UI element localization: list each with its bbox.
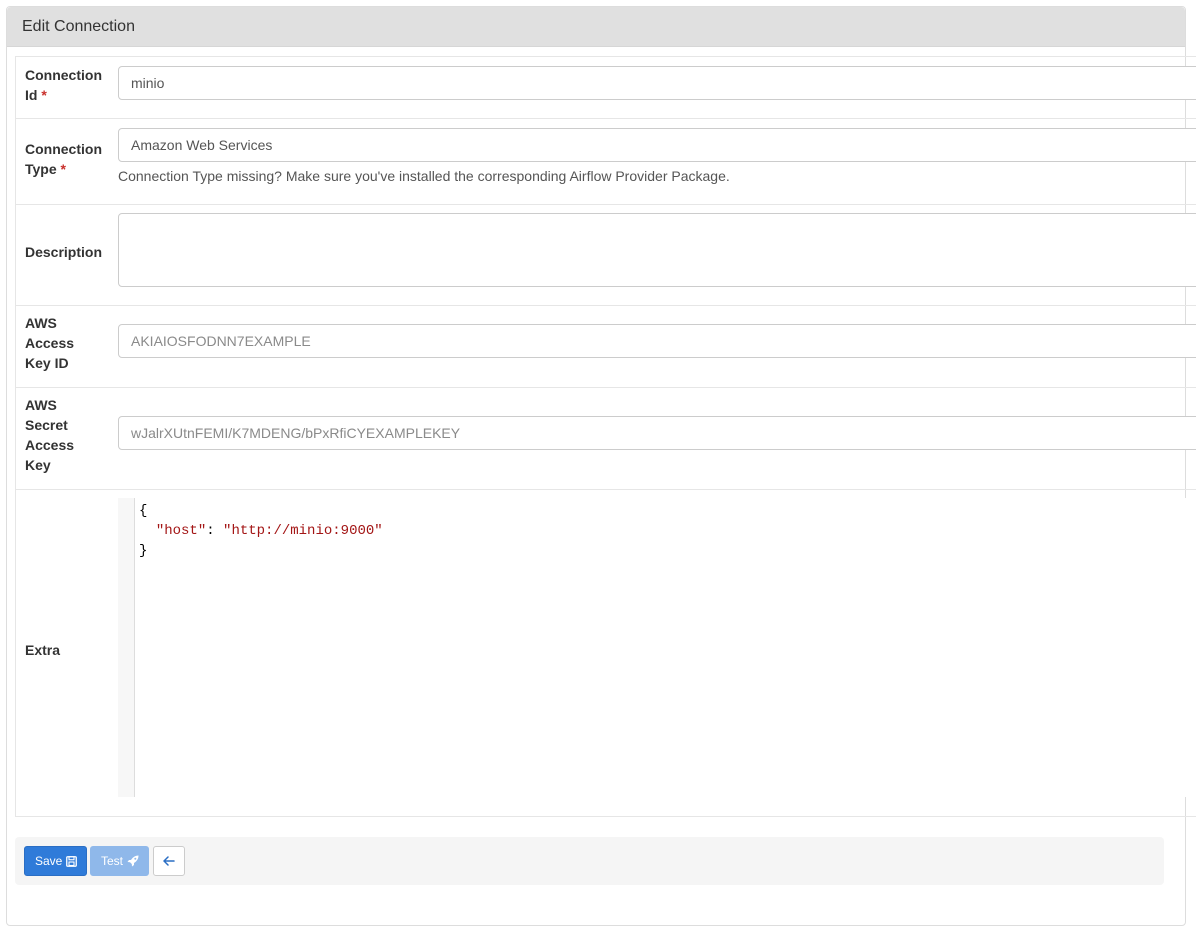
extra-code-editor[interactable]: { "host": "http://minio:9000" }: [118, 498, 1196, 797]
form-actions: Save Test: [15, 837, 1164, 885]
aws-secret-access-key-label: AWS Secret Access Key: [25, 397, 75, 473]
description-label: Description: [25, 244, 103, 260]
editor-gutter: [118, 498, 135, 797]
conn-type-label: Connection Type *: [25, 141, 102, 177]
editor-content[interactable]: { "host": "http://minio:9000" }: [139, 501, 383, 561]
row-extra: Extra { "host": "http://minio:9000" }: [16, 490, 1196, 817]
conn-id-label: Connection Id *: [25, 67, 102, 103]
conn-id-input[interactable]: minio: [118, 66, 1196, 100]
row-description: Description: [16, 205, 1196, 306]
conn-type-help-text: Connection Type missing? Make sure you'v…: [118, 168, 730, 184]
description-textarea[interactable]: [118, 213, 1196, 287]
save-button[interactable]: Save: [24, 846, 87, 876]
conn-type-select[interactable]: Amazon Web Services: [118, 128, 1196, 162]
aws-access-key-id-input[interactable]: AKIAIOSFODNN7EXAMPLE: [118, 324, 1196, 358]
required-marker: *: [60, 161, 66, 177]
row-conn-type: Connection Type * Amazon Web Services Co…: [16, 119, 1196, 205]
extra-label: Extra: [25, 642, 61, 658]
row-conn-id: Connection Id * minio: [16, 57, 1196, 119]
aws-secret-access-key-input[interactable]: wJalrXUtnFEMI/K7MDENG/bPxRfiCYEXAMPLEKEY: [118, 416, 1196, 450]
test-button[interactable]: Test: [90, 846, 149, 876]
json-key: "host": [155, 523, 207, 539]
rocket-icon: [127, 855, 139, 867]
json-value: "http://minio:9000": [223, 523, 383, 539]
panel-title: Edit Connection: [7, 7, 1185, 47]
aws-access-key-id-label: AWS Access Key ID: [25, 315, 75, 371]
floppy-disk-icon: [66, 855, 78, 867]
back-button[interactable]: [153, 846, 185, 876]
connection-form: Connection Id * minio Connection Type * …: [15, 56, 1196, 817]
required-marker: *: [41, 87, 47, 103]
row-aws-secret-access-key: AWS Secret Access Key wJalrXUtnFEMI/K7MD…: [16, 388, 1196, 490]
row-aws-access-key-id: AWS Access Key ID AKIAIOSFODNN7EXAMPLE: [16, 306, 1196, 388]
arrow-left-icon: [163, 856, 175, 866]
